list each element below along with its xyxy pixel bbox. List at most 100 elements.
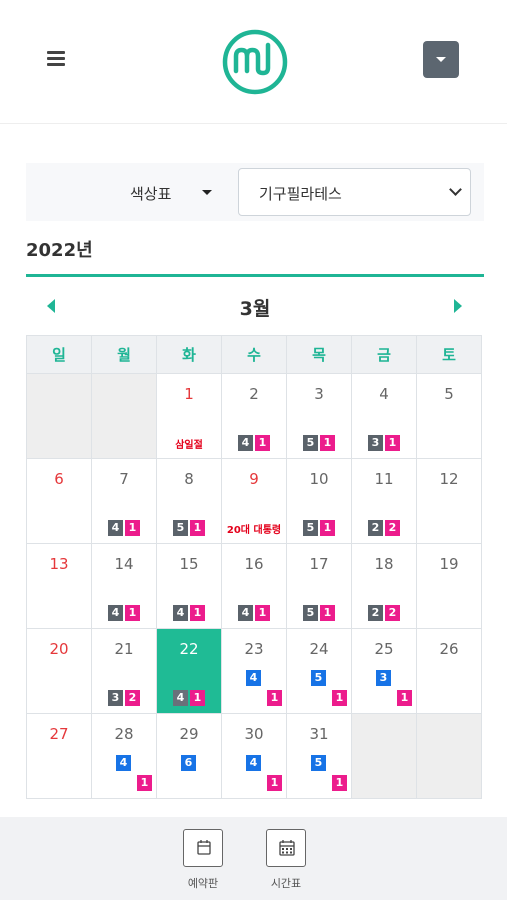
day-cell-10[interactable]: 10 51 bbox=[287, 459, 352, 544]
count-badge: 1 bbox=[320, 520, 335, 536]
day-cell-2[interactable]: 2 41 bbox=[222, 374, 287, 459]
holiday-label: 20대 대통령 bbox=[226, 525, 282, 536]
day-cell-3[interactable]: 3 51 bbox=[287, 374, 352, 459]
day-number: 17 bbox=[309, 555, 329, 573]
count-badge: 3 bbox=[376, 670, 391, 686]
day-cell-30[interactable]: 30 4 1 bbox=[222, 714, 287, 799]
day-number: 14 bbox=[114, 555, 134, 573]
calendar-week: 13 14 41 15 41 16 41 17 51 18 22 19 bbox=[27, 544, 482, 629]
day-number: 3 bbox=[314, 385, 324, 403]
day-cell-23[interactable]: 23 4 1 bbox=[222, 629, 287, 714]
next-month-icon[interactable] bbox=[454, 299, 462, 313]
day-cell-9[interactable]: 9 20대 대통령 bbox=[222, 459, 287, 544]
day-cell-12[interactable]: 12 bbox=[417, 459, 482, 544]
count-badge: 1 bbox=[320, 605, 335, 621]
calendar-week: 1 삼일절 2 41 3 51 4 31 5 bbox=[27, 374, 482, 459]
day-number: 2 bbox=[249, 385, 259, 403]
count-badge: 5 bbox=[173, 520, 188, 536]
weekday-mon: 월 bbox=[92, 336, 157, 374]
day-cell-16[interactable]: 16 41 bbox=[222, 544, 287, 629]
day-cell-18[interactable]: 18 22 bbox=[352, 544, 417, 629]
weekday-wed: 수 bbox=[222, 336, 287, 374]
day-cell-21[interactable]: 21 32 bbox=[92, 629, 157, 714]
hamburger-menu-icon[interactable] bbox=[47, 51, 65, 67]
day-number: 18 bbox=[374, 555, 394, 573]
day-cell-20[interactable]: 20 bbox=[27, 629, 92, 714]
weekday-sat: 토 bbox=[417, 336, 482, 374]
day-cell-25[interactable]: 25 3 1 bbox=[352, 629, 417, 714]
timetable-label: 시간표 bbox=[270, 877, 302, 890]
day-cell-4[interactable]: 4 31 bbox=[352, 374, 417, 459]
count-badge: 2 bbox=[125, 690, 140, 706]
day-number: 26 bbox=[439, 640, 459, 658]
day-cell-26[interactable]: 26 bbox=[417, 629, 482, 714]
branch-select[interactable]: 기구필라테스 bbox=[238, 168, 471, 216]
app-header bbox=[0, 0, 507, 124]
count-badge: 4 bbox=[238, 435, 253, 451]
calendar-week: 6 7 41 8 51 9 20대 대통령 10 51 11 22 12 bbox=[27, 459, 482, 544]
day-number: 1 bbox=[184, 385, 194, 403]
count-badge: 1 bbox=[255, 605, 270, 621]
dropdown-menu-button[interactable] bbox=[423, 41, 459, 78]
count-badge: 1 bbox=[125, 605, 140, 621]
count-badge: 3 bbox=[108, 690, 123, 706]
count-badge: 2 bbox=[385, 605, 400, 621]
count-badge: 5 bbox=[311, 670, 326, 686]
count-badge: 1 bbox=[255, 435, 270, 451]
count-badge: 6 bbox=[181, 755, 196, 771]
count-badge: 3 bbox=[368, 435, 383, 451]
day-cell-7[interactable]: 7 41 bbox=[92, 459, 157, 544]
color-legend-label[interactable]: 색상표 bbox=[130, 183, 171, 204]
day-cell-28[interactable]: 28 4 1 bbox=[92, 714, 157, 799]
day-number: 12 bbox=[439, 470, 459, 488]
day-cell-24[interactable]: 24 5 1 bbox=[287, 629, 352, 714]
day-cell-19[interactable]: 19 bbox=[417, 544, 482, 629]
day-number: 9 bbox=[249, 470, 259, 488]
month-navigation: 3월 bbox=[26, 287, 484, 327]
day-cell-6[interactable]: 6 bbox=[27, 459, 92, 544]
day-cell-14[interactable]: 14 41 bbox=[92, 544, 157, 629]
empty-day-cell bbox=[417, 714, 482, 799]
day-cell-8[interactable]: 8 51 bbox=[157, 459, 222, 544]
filter-bar: 색상표 기구필라테스 bbox=[26, 163, 484, 221]
day-number: 19 bbox=[439, 555, 459, 573]
year-label: 2022년 bbox=[26, 240, 93, 261]
weekday-tue: 화 bbox=[157, 336, 222, 374]
count-badge: 1 bbox=[267, 690, 282, 706]
year-divider bbox=[26, 274, 484, 277]
count-badge: 1 bbox=[385, 435, 400, 451]
day-cell-17[interactable]: 17 51 bbox=[287, 544, 352, 629]
brand-logo[interactable] bbox=[222, 29, 288, 95]
day-number: 7 bbox=[119, 470, 129, 488]
count-badge: 1 bbox=[190, 690, 205, 706]
day-cell-1[interactable]: 1 삼일절 bbox=[157, 374, 222, 459]
day-cell-5[interactable]: 5 bbox=[417, 374, 482, 459]
month-title: 3월 bbox=[239, 298, 271, 320]
weekday-header: 일 월 화 수 목 금 토 bbox=[27, 336, 482, 374]
reservation-board-button[interactable]: 예약판 bbox=[173, 829, 233, 891]
day-cell-27[interactable]: 27 bbox=[27, 714, 92, 799]
count-badge: 1 bbox=[190, 520, 205, 536]
empty-day-cell bbox=[92, 374, 157, 459]
day-cell-31[interactable]: 31 5 1 bbox=[287, 714, 352, 799]
caret-down-icon[interactable] bbox=[202, 190, 212, 195]
day-cell-29[interactable]: 29 6 bbox=[157, 714, 222, 799]
day-number: 6 bbox=[54, 470, 64, 488]
day-cell-13[interactable]: 13 bbox=[27, 544, 92, 629]
day-number: 16 bbox=[244, 555, 264, 573]
day-number: 4 bbox=[379, 385, 389, 403]
count-badge: 4 bbox=[108, 605, 123, 621]
bottom-navigation: 예약판 시간표 bbox=[0, 817, 507, 900]
day-cell-15[interactable]: 15 41 bbox=[157, 544, 222, 629]
count-badge: 1 bbox=[332, 690, 347, 706]
calendar-week: 20 21 32 22 41 23 4 1 24 5 1 25 3 1 26 bbox=[27, 629, 482, 714]
count-badge: 4 bbox=[246, 670, 261, 686]
count-badge: 4 bbox=[173, 605, 188, 621]
calendar-icon bbox=[183, 829, 223, 867]
empty-day-cell bbox=[352, 714, 417, 799]
day-cell-22-today[interactable]: 22 41 bbox=[157, 629, 222, 714]
count-badge: 1 bbox=[190, 605, 205, 621]
day-cell-11[interactable]: 11 22 bbox=[352, 459, 417, 544]
holiday-label: 삼일절 bbox=[175, 440, 203, 451]
timetable-button[interactable]: 시간표 bbox=[256, 829, 316, 891]
